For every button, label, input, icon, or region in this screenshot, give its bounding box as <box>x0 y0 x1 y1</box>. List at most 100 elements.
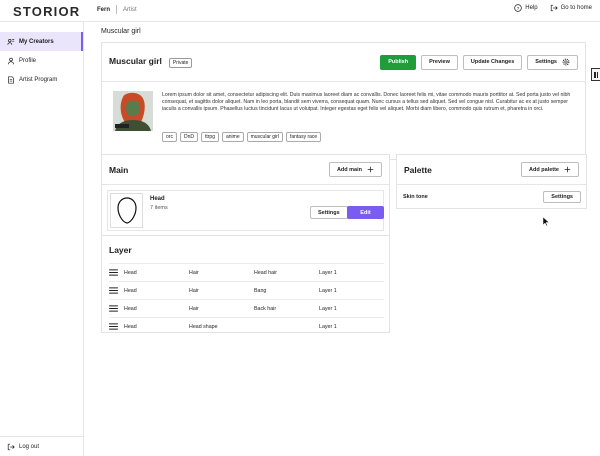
layer-name: Head hair <box>254 269 277 276</box>
app-logo[interactable]: STORIOR <box>13 4 80 19</box>
sidebar: My Creators Profile Artist Program Log o… <box>0 22 84 456</box>
main-item-edit-button[interactable]: Edit <box>347 206 384 219</box>
main-section-header: Main Add main <box>102 155 389 185</box>
creator-settings-button[interactable]: Settings <box>527 54 578 70</box>
palette-item-name: Skin tone <box>403 193 428 200</box>
drag-handle-icon[interactable] <box>109 305 118 312</box>
help-link[interactable]: ? Help <box>514 4 538 12</box>
logout-label: Log out <box>19 443 40 450</box>
creator-settings-label: Settings <box>535 59 557 65</box>
layer-main: Head <box>124 323 137 330</box>
creator-actions: Publish Preview Update Changes Settings <box>380 54 578 70</box>
main-content: Muscular girl Muscular girl Private Publ… <box>84 22 600 456</box>
go-home-link[interactable]: Go to home <box>550 4 592 12</box>
creator-thumbnail <box>109 91 157 131</box>
tag-chip[interactable]: ttrpg <box>200 132 219 142</box>
drag-handle-icon[interactable] <box>109 323 118 330</box>
tag-chip[interactable]: DnD <box>179 132 198 142</box>
drag-handle-icon[interactable] <box>109 287 118 294</box>
breadcrumb-divider <box>116 5 118 14</box>
tag-list: orc DnD ttrpg anime muscular girl fantas… <box>162 132 324 142</box>
main-item-name: Head <box>150 196 165 202</box>
visibility-badge: Private <box>168 57 193 68</box>
tag-chip[interactable]: anime <box>221 132 244 142</box>
toggle-bar <box>594 71 596 78</box>
person-icon <box>8 57 14 64</box>
add-main-button[interactable]: Add main <box>328 162 382 177</box>
creator-card: Muscular girl Private Publish Preview Up… <box>101 42 586 160</box>
layer-main: Head <box>124 287 137 294</box>
palette-title: Palette <box>404 164 432 175</box>
palette-card: Palette Add palette Skin tone Settings <box>396 154 587 209</box>
top-links: ? Help Go to home <box>502 4 592 12</box>
tag-chip[interactable]: muscular girl <box>246 132 283 142</box>
main-section-title: Main <box>109 164 129 175</box>
plus-icon <box>564 166 571 173</box>
side-panel-toggle[interactable] <box>591 68 600 81</box>
character-portrait-icon <box>109 91 157 131</box>
table-row[interactable]: Head Hair Back hair Layer 1 <box>109 299 384 317</box>
layer-main: Head <box>124 305 137 312</box>
table-row[interactable]: Head Hair Bang Layer 1 <box>109 281 384 299</box>
layer-name: Bang <box>254 287 267 294</box>
breadcrumb: Fern Artist <box>97 5 137 14</box>
publish-button[interactable]: Publish <box>380 54 417 70</box>
layer-card: Layer Head Hair Head hair Layer 1 Head H… <box>101 235 390 333</box>
tag-chip[interactable]: fantasy race <box>285 132 322 142</box>
creator-description: Lorem ipsum dolor sit amet, consectetur … <box>162 92 571 112</box>
layer-level: Layer 1 <box>319 287 337 294</box>
add-palette-button[interactable]: Add palette <box>521 162 579 177</box>
page-title: Muscular girl <box>101 28 141 35</box>
table-row[interactable]: Head Hair Head hair Layer 1 <box>109 263 384 281</box>
main-item-row[interactable]: Head 7 items Settings Edit <box>107 190 384 231</box>
layer-main: Head <box>124 269 137 276</box>
sidebar-item-label: Profile <box>19 57 37 64</box>
top-bar: STORIOR Fern Artist ? Help Go to home <box>0 0 600 22</box>
logout-button[interactable]: Log out <box>0 436 84 456</box>
layer-category: Head shape <box>189 323 218 330</box>
sidebar-item-artist-program[interactable]: Artist Program <box>0 70 83 89</box>
creator-card-header: Muscular girl Private Publish Preview Up… <box>102 43 585 82</box>
breadcrumb-user[interactable]: Fern <box>97 7 110 13</box>
layer-name: Back hair <box>254 305 277 312</box>
palette-item-settings-button[interactable]: Settings <box>543 190 581 203</box>
layer-level: Layer 1 <box>319 323 337 330</box>
main-item-thumbnail <box>110 193 143 228</box>
plus-icon <box>367 166 374 173</box>
layer-title: Layer <box>109 245 132 255</box>
go-home-label: Go to home <box>560 5 592 11</box>
layer-category: Hair <box>189 269 199 276</box>
mouse-cursor-icon <box>543 217 550 226</box>
add-main-label: Add main <box>336 166 362 173</box>
table-row[interactable]: Head Head shape Layer 1 <box>109 317 384 335</box>
layer-level: Layer 1 <box>319 269 337 276</box>
head-outline-icon <box>116 196 137 224</box>
update-changes-button[interactable]: Update Changes <box>462 54 523 70</box>
main-item-settings-button[interactable]: Settings <box>310 206 348 219</box>
toggle-bar <box>596 71 598 78</box>
drag-handle-icon[interactable] <box>109 269 118 276</box>
main-item-count: 7 items <box>150 205 168 211</box>
user-group-icon <box>7 38 15 45</box>
layer-category: Hair <box>189 287 199 294</box>
logout-icon <box>7 443 15 450</box>
sidebar-item-label: Artist Program <box>19 76 58 83</box>
add-palette-label: Add palette <box>529 166 559 173</box>
preview-button[interactable]: Preview <box>421 54 458 70</box>
help-icon: ? <box>514 4 523 12</box>
layer-level: Layer 1 <box>319 305 337 312</box>
tag-chip[interactable]: orc <box>162 132 177 142</box>
breadcrumb-role[interactable]: Artist <box>123 7 137 13</box>
palette-header: Palette Add palette <box>397 155 586 185</box>
logout-arrow-icon <box>550 4 558 12</box>
help-label: Help <box>525 5 538 11</box>
creator-name: Muscular girl <box>109 56 162 67</box>
palette-item-row[interactable]: Skin tone Settings <box>403 188 581 205</box>
sidebar-item-label: My Creators <box>19 38 54 45</box>
sidebar-item-my-creators[interactable]: My Creators <box>0 32 83 51</box>
svg-text:?: ? <box>517 6 520 12</box>
sidebar-item-profile[interactable]: Profile <box>0 51 83 70</box>
main-section-card: Main Add main Head 7 items Settings Edit <box>101 154 390 246</box>
creator-heading: Muscular girl Private <box>109 56 193 68</box>
